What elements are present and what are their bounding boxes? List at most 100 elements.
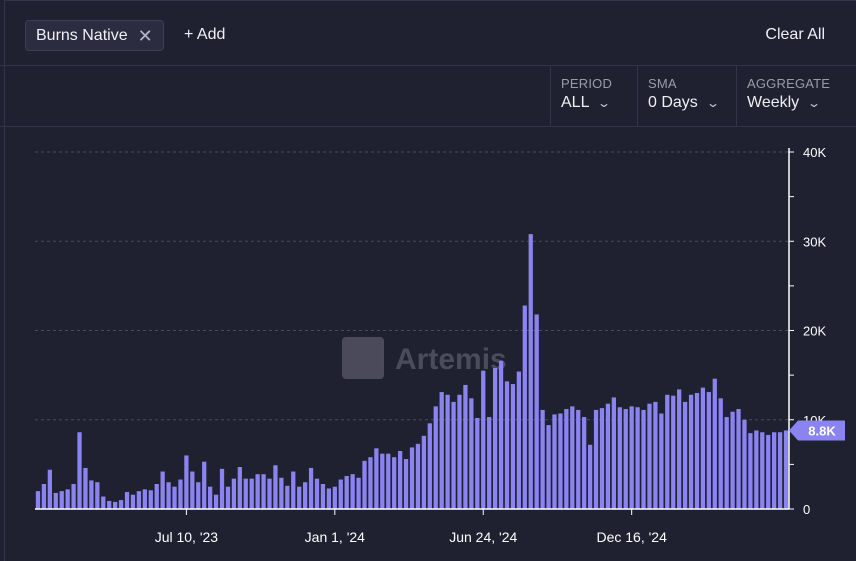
bar bbox=[635, 407, 640, 509]
bar bbox=[356, 477, 361, 509]
bar bbox=[59, 491, 64, 509]
bar bbox=[89, 480, 94, 509]
x-tick-label: Jul 10, '23 bbox=[155, 529, 219, 545]
bar bbox=[320, 484, 326, 509]
bar bbox=[730, 411, 735, 509]
aggregate-dropdown[interactable]: AGGREGATE Weekly ⌄ bbox=[736, 66, 856, 126]
bar bbox=[362, 460, 367, 509]
bar bbox=[647, 403, 652, 509]
bar bbox=[397, 450, 403, 509]
metric-filter-chip[interactable]: Burns Native ✕ bbox=[25, 20, 164, 51]
x-tick-label: Dec 16, '24 bbox=[596, 529, 667, 545]
bar bbox=[629, 406, 634, 509]
bar bbox=[302, 482, 308, 509]
bar bbox=[136, 491, 142, 509]
bar bbox=[546, 425, 551, 509]
bar bbox=[392, 457, 397, 509]
bar bbox=[113, 501, 118, 509]
bar bbox=[712, 378, 717, 509]
bar bbox=[783, 430, 789, 509]
artemis-logo-icon bbox=[342, 337, 384, 379]
add-metric-button[interactable]: + Add bbox=[184, 26, 225, 44]
sma-dropdown[interactable]: SMA 0 Days ⌄ bbox=[637, 66, 736, 126]
bar bbox=[386, 453, 391, 509]
bar bbox=[617, 407, 622, 509]
bar bbox=[552, 414, 557, 509]
bar bbox=[445, 394, 450, 509]
bar bbox=[587, 444, 593, 509]
bar bbox=[118, 500, 124, 509]
bar bbox=[219, 468, 225, 509]
bar bbox=[593, 409, 599, 509]
bar-chart: Artemis010K20K30K40KJul 10, '23 Jan 1, '2… bbox=[35, 145, 845, 545]
bar bbox=[540, 409, 545, 509]
bar bbox=[558, 413, 563, 509]
bar bbox=[570, 406, 575, 509]
bar bbox=[47, 469, 52, 509]
bar bbox=[130, 494, 136, 509]
bar bbox=[748, 433, 753, 509]
bar bbox=[492, 367, 498, 509]
bar bbox=[605, 403, 611, 509]
bar bbox=[160, 471, 165, 509]
bar bbox=[516, 371, 522, 509]
bar bbox=[148, 490, 153, 509]
bar bbox=[528, 234, 533, 510]
bar bbox=[213, 494, 219, 509]
bar bbox=[243, 478, 248, 509]
bar bbox=[338, 479, 343, 509]
bar bbox=[350, 474, 355, 509]
bar bbox=[433, 406, 438, 509]
bar bbox=[766, 434, 771, 509]
bar bbox=[659, 413, 664, 509]
bar bbox=[107, 500, 112, 509]
bar bbox=[77, 432, 82, 509]
bar bbox=[368, 457, 373, 509]
bar bbox=[285, 485, 290, 509]
bar bbox=[344, 475, 349, 509]
bar bbox=[101, 496, 106, 509]
period-dropdown[interactable]: PERIOD ALL ⌄ bbox=[550, 66, 638, 126]
bar bbox=[35, 491, 41, 509]
clear-all-button[interactable]: Clear All bbox=[765, 26, 825, 44]
bar bbox=[83, 467, 88, 509]
bar bbox=[439, 392, 444, 509]
bar bbox=[421, 435, 427, 509]
bar bbox=[576, 409, 581, 509]
bar bbox=[332, 486, 337, 509]
bar bbox=[53, 492, 58, 509]
bar bbox=[124, 492, 130, 509]
bar bbox=[409, 447, 415, 509]
bar bbox=[71, 484, 76, 509]
bar bbox=[190, 471, 195, 509]
bar bbox=[700, 387, 706, 509]
bar bbox=[742, 419, 747, 509]
bar bbox=[172, 486, 177, 509]
bar bbox=[41, 484, 47, 509]
bar bbox=[225, 486, 231, 509]
close-icon[interactable]: ✕ bbox=[138, 27, 153, 45]
bar bbox=[314, 478, 320, 509]
bar bbox=[504, 381, 510, 509]
bar bbox=[267, 478, 272, 509]
metric-filter-label: Burns Native bbox=[36, 26, 128, 44]
sma-label: SMA bbox=[648, 76, 677, 91]
bar bbox=[694, 392, 700, 509]
bar bbox=[208, 486, 213, 509]
bar bbox=[166, 482, 171, 509]
filter-bar: Burns Native ✕ + Add Clear All bbox=[0, 0, 856, 66]
bar bbox=[498, 360, 504, 509]
bar bbox=[736, 409, 741, 509]
bar bbox=[279, 477, 284, 509]
bar bbox=[688, 394, 694, 509]
bar bbox=[427, 423, 432, 509]
bar bbox=[653, 401, 658, 509]
y-tick-label: 40K bbox=[803, 145, 826, 160]
bar bbox=[671, 395, 676, 509]
y-tick-label: 20K bbox=[803, 324, 826, 339]
chevron-down-icon: ⌄ bbox=[807, 96, 822, 110]
bar bbox=[469, 398, 474, 509]
aggregate-label: AGGREGATE bbox=[747, 76, 831, 91]
aggregate-value: Weekly bbox=[747, 94, 800, 111]
bar bbox=[451, 401, 456, 509]
